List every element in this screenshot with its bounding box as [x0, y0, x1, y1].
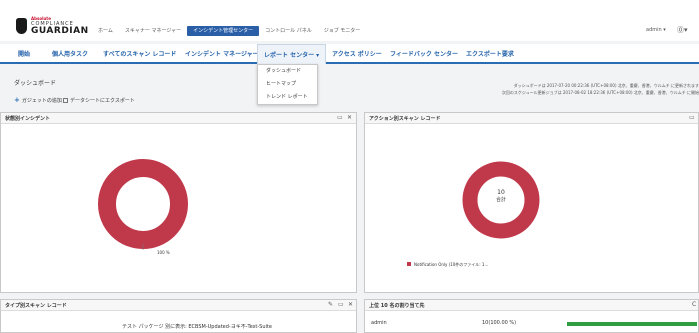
panel-header: 上位 10 名の割り当て先 C [365, 300, 698, 311]
tab-all-scan-records[interactable]: すべてのスキャン レコード [103, 49, 176, 58]
tab-feedback-center[interactable]: フィードバック センター [390, 49, 458, 58]
refresh-info-line1: ダッシュボードは 2017-07-20 00:22:36 (UTC+08:00)… [513, 83, 699, 88]
panel-title: タイプ別スキャン レコード [5, 303, 67, 309]
donut-center-value: 10 [497, 189, 505, 196]
plus-icon: + [14, 96, 20, 104]
panel-title: アクション別スキャン レコード [369, 116, 441, 122]
export-label: データシートにエクスポート [70, 98, 135, 104]
refresh-info-line2: 次回のスケジュール更新ジョブは 2017-08-02 18:22:36 (UTC… [501, 90, 699, 95]
legend-swatch [407, 262, 411, 266]
slice-percent-label: 100 % [157, 250, 170, 255]
dropdown-item-heatmap[interactable]: ヒートマップ [258, 78, 317, 91]
panel-header: タイプ別スキャン レコード ✎ ▭ ✕ [1, 300, 356, 311]
top-nav-scanner-manager[interactable]: スキャナー マネージャー [119, 26, 187, 36]
donut-center-label: 合計 [495, 197, 506, 203]
panel-title: 状態別インシデント [5, 116, 51, 122]
report-center-dropdown: ダッシュボード ヒートマップ トレンド レポート [257, 64, 318, 105]
top-nav-home[interactable]: ホーム [92, 26, 119, 36]
minimize-icon[interactable]: ▭ [338, 301, 344, 308]
dropdown-item-trend-report[interactable]: トレンド レポート [258, 91, 317, 104]
minimize-icon[interactable]: ▭ [689, 114, 695, 121]
panel-top-assignees: 上位 10 名の割り当て先 C admin 10(100.00 %) [364, 299, 699, 333]
export-icon [63, 98, 68, 103]
top-nav-control-panel[interactable]: コントロール パネル [259, 26, 318, 36]
chart-legend[interactable]: Notification Only (10件のファイル: 1... [407, 262, 488, 268]
table-row[interactable]: admin 10(100.00 %) [365, 318, 698, 327]
dropdown-item-dashboard[interactable]: ダッシュボード [258, 65, 317, 78]
top-nav-incident-center[interactable]: インシデント管理センター [187, 26, 260, 36]
assignee-count: 10(100.00 %) [482, 320, 517, 326]
settings-icon[interactable]: C [692, 301, 696, 308]
tab-export-requests[interactable]: エクスポート要求 [466, 49, 514, 58]
top-nav: ホーム スキャナー マネージャー インシデント管理センター コントロール パネル… [92, 26, 366, 36]
logo-line2: GUARDIAN [31, 26, 89, 36]
assignee-name: admin [371, 320, 387, 326]
refresh-info: ダッシュボードは 2017-07-20 00:22:36 (UTC+08:00)… [468, 82, 699, 96]
package-info: テスト パッケージ 別に表示: ECBSM-Updated-ヨキ不-Test-S… [122, 324, 272, 330]
panel-action-scan-records: アクション別スキャン レコード ▭ 10 合計 Notification Onl… [364, 112, 699, 293]
tab-access-policy[interactable]: アクセス ポリシー [332, 49, 382, 58]
panel-title: 上位 10 名の割り当て先 [369, 303, 425, 309]
user-menu[interactable]: admin ▾ [646, 27, 666, 33]
legend-label: Notification Only (10件のファイル: 1... [414, 262, 489, 267]
tab-start[interactable]: 開始 [18, 49, 30, 58]
tab-my-tasks[interactable]: 個人用タスク [52, 49, 88, 58]
top-nav-job-monitor[interactable]: ジョブ モニター [318, 26, 367, 36]
add-gadget-button[interactable]: + ガジェットの追加 [14, 96, 62, 104]
add-gadget-label: ガジェットの追加 [21, 98, 62, 104]
main-nav: 開始 個人用タスク すべてのスキャン レコード インシデント マネージャー レポ… [0, 44, 699, 64]
close-icon[interactable]: ✕ [347, 114, 352, 121]
export-button[interactable]: データシートにエクスポート [63, 97, 135, 104]
close-icon[interactable]: ✕ [348, 301, 353, 308]
top-header: Absolute COMPLIANCE GUARDIAN ホーム スキャナー マ… [0, 0, 699, 41]
minimize-icon[interactable]: ▭ [337, 114, 343, 121]
panel-status-incidents: 状態別インシデント ▭ ✕ 100 % [0, 112, 357, 293]
tab-report-center[interactable]: レポート センター ▾ [257, 44, 327, 64]
help-icon[interactable]: ⓪▾ [677, 25, 688, 35]
donut-slice[interactable] [98, 159, 188, 249]
donut-chart-status [98, 159, 188, 250]
shield-logo-icon [16, 18, 27, 34]
panel-header: 状態別インシデント ▭ ✕ [1, 113, 356, 124]
tab-incident-manager[interactable]: インシデント マネージャー [185, 49, 259, 58]
panel-header: アクション別スキャン レコード ▭ [365, 113, 698, 124]
edit-icon[interactable]: ✎ [328, 301, 333, 308]
assignee-progress-bar [567, 322, 697, 326]
page-title: ダッシュボード [14, 80, 57, 87]
panel-type-scan-records: タイプ別スキャン レコード ✎ ▭ ✕ テスト パッケージ 別に表示: ECBS… [0, 299, 357, 333]
